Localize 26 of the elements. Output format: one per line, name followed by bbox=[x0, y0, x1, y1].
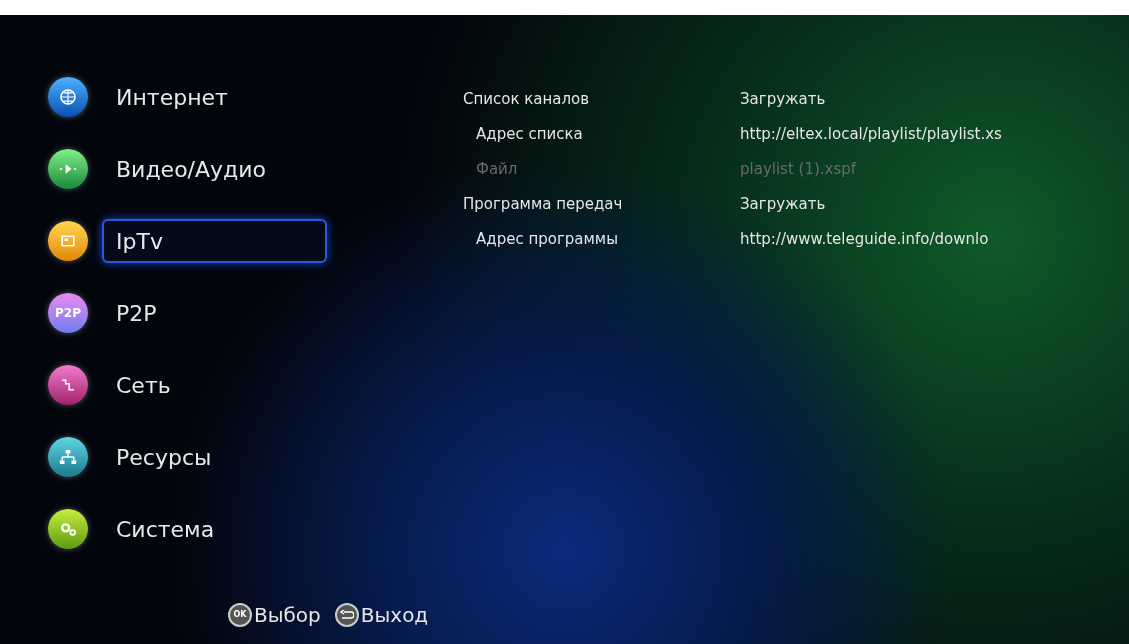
ok-key-icon: OK bbox=[228, 603, 252, 627]
setting-value[interactable]: http://www.teleguide.info/downlo bbox=[740, 227, 989, 251]
setting-label: Файл bbox=[475, 158, 519, 180]
menu-item[interactable]: Ресурсы bbox=[102, 435, 327, 479]
setting-value[interactable]: Загружать bbox=[740, 192, 826, 216]
hint-label: Выход bbox=[360, 602, 429, 629]
menu-item[interactable]: Видео/Аудио bbox=[102, 147, 327, 191]
tv-icon bbox=[48, 221, 88, 261]
menu-item[interactable]: P2P bbox=[102, 291, 327, 335]
gears-icon bbox=[48, 509, 88, 549]
globe-icon bbox=[48, 77, 88, 117]
menu-item[interactable]: Сеть bbox=[102, 363, 327, 407]
setting-value[interactable]: http://eltex.local/playlist/playlist.xs bbox=[740, 122, 1002, 146]
p2p-icon: P2P bbox=[48, 293, 88, 333]
setting-label: Список каналов bbox=[463, 88, 591, 110]
menu-item[interactable]: Система bbox=[102, 507, 327, 551]
setting-value[interactable]: Загружать bbox=[740, 87, 826, 111]
menu-item[interactable]: IpTv bbox=[102, 219, 327, 263]
menu-item[interactable]: Интернет bbox=[102, 75, 327, 119]
hint-label: Выбор bbox=[254, 602, 321, 629]
network-tree-icon bbox=[48, 437, 88, 477]
network-icon bbox=[48, 365, 88, 405]
play-icon bbox=[48, 149, 88, 189]
setting-label: Адрес списка bbox=[475, 123, 584, 145]
setting-label: Программа передач bbox=[463, 193, 624, 215]
setting-label: Адрес программы bbox=[475, 228, 619, 250]
